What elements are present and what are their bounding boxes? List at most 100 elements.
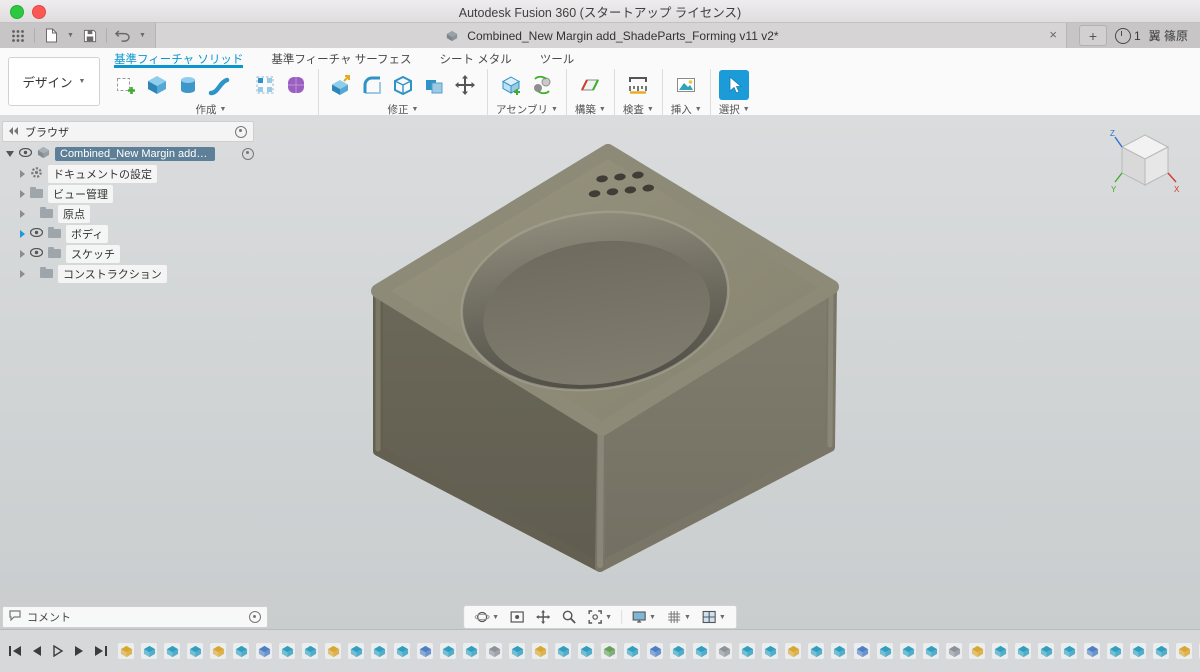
timeline-feature-icon[interactable]	[601, 643, 617, 659]
tree-item-origin[interactable]: 原点	[2, 204, 254, 223]
create-sketch-tool[interactable]	[112, 71, 140, 99]
view-cube[interactable]: Z X Y	[1108, 125, 1182, 199]
expand-icon[interactable]	[20, 169, 25, 178]
fillet-tool[interactable]	[358, 71, 386, 99]
timeline-feature-icon[interactable]	[233, 643, 249, 659]
document-tab[interactable]: Combined_New Margin add_ShadeParts_Formi…	[154, 23, 1067, 48]
press-pull-tool[interactable]	[327, 71, 355, 99]
tree-item-sketches[interactable]: スケッチ	[2, 244, 254, 263]
step-forward-button[interactable]	[73, 645, 85, 657]
sweep-tool[interactable]	[205, 71, 233, 99]
panel-options-icon[interactable]	[235, 125, 247, 138]
construct-plane-tool[interactable]	[576, 71, 604, 99]
go-to-end-button[interactable]	[94, 645, 108, 657]
select-tool[interactable]	[719, 69, 750, 100]
timeline-feature-icon[interactable]	[716, 643, 732, 659]
revolve-tool[interactable]	[174, 71, 202, 99]
visibility-eye-icon[interactable]	[29, 227, 44, 240]
timeline-feature-icon[interactable]	[1084, 643, 1100, 659]
timeline-feature-icon[interactable]	[1176, 643, 1192, 659]
timeline-feature-icon[interactable]	[647, 643, 663, 659]
timeline-feature-icon[interactable]	[854, 643, 870, 659]
viewports-icon[interactable]: ▼	[698, 606, 729, 628]
timeline-feature-icon[interactable]	[693, 643, 709, 659]
timeline-feature-icon[interactable]	[670, 643, 686, 659]
timeline-feature-icon[interactable]	[578, 643, 594, 659]
timeline-feature-icon[interactable]	[141, 643, 157, 659]
timeline-feature-icon[interactable]	[1107, 643, 1123, 659]
timeline-feature-icon[interactable]	[440, 643, 456, 659]
expand-icon[interactable]	[20, 229, 25, 238]
tree-item-label[interactable]: ボディ	[66, 224, 109, 243]
look-at-icon[interactable]	[506, 606, 528, 628]
timeline-feature-icon[interactable]	[946, 643, 962, 659]
insert-canvas-tool[interactable]	[672, 71, 700, 99]
new-component-tool[interactable]	[497, 71, 525, 99]
timeline-feature-icon[interactable]	[256, 643, 272, 659]
expand-icon[interactable]	[20, 269, 25, 278]
tab-close-icon[interactable]: ×	[1049, 27, 1057, 43]
timeline-feature-icon[interactable]	[394, 643, 410, 659]
tree-item-root[interactable]: Combined_New Margin add_...	[2, 145, 254, 162]
timeline-feature-icon[interactable]	[532, 643, 548, 659]
expand-icon[interactable]	[6, 150, 14, 157]
timeline-feature-icon[interactable]	[325, 643, 341, 659]
go-to-start-button[interactable]	[8, 645, 22, 657]
tab-surface[interactable]: 基準フィーチャ サーフェス	[271, 51, 411, 68]
timeline-feature-icon[interactable]	[279, 643, 295, 659]
tree-item-label[interactable]: 原点	[58, 204, 90, 223]
activate-component-radio[interactable]	[242, 147, 254, 160]
extrude-tool[interactable]	[143, 71, 171, 99]
timeline-feature-icon[interactable]	[969, 643, 985, 659]
orbit-icon[interactable]: ▼	[471, 606, 502, 628]
redo-menu-caret-icon[interactable]: ▼	[139, 32, 146, 39]
job-status-badge[interactable]: 1	[1114, 27, 1141, 44]
tree-item-construction[interactable]: コンストラクション	[2, 264, 254, 283]
new-tab-button[interactable]: +	[1078, 25, 1107, 46]
undo-icon[interactable]	[114, 27, 132, 45]
play-button[interactable]	[52, 645, 64, 657]
display-settings-icon[interactable]: ▼	[628, 606, 659, 628]
timeline-feature-icon[interactable]	[762, 643, 778, 659]
combine-tool[interactable]	[420, 71, 448, 99]
comments-bar[interactable]: コメント	[2, 606, 268, 628]
timeline-feature-icon[interactable]	[1015, 643, 1031, 659]
timeline-feature-icon[interactable]	[992, 643, 1008, 659]
timeline-feature-icon[interactable]	[624, 643, 640, 659]
timeline-feature-icon[interactable]	[555, 643, 571, 659]
collapse-panel-icon[interactable]	[9, 126, 19, 138]
tab-tools[interactable]: ツール	[540, 51, 575, 68]
timeline-feature-icon[interactable]	[417, 643, 433, 659]
timeline-feature-icon[interactable]	[1153, 643, 1169, 659]
timeline-feature-icon[interactable]	[348, 643, 364, 659]
timeline-feature-icon[interactable]	[371, 643, 387, 659]
expand-icon[interactable]	[20, 209, 25, 218]
visibility-eye-icon[interactable]	[18, 147, 33, 160]
timeline-feature-icon[interactable]	[302, 643, 318, 659]
timeline-feature-icon[interactable]	[831, 643, 847, 659]
tree-item-label[interactable]: ビュー管理	[48, 184, 113, 203]
timeline-feature-icon[interactable]	[1061, 643, 1077, 659]
tab-sheetmetal[interactable]: シート メタル	[440, 51, 512, 68]
timeline-feature-icon[interactable]	[739, 643, 755, 659]
joint-tool[interactable]	[528, 71, 556, 99]
timeline-feature-icon[interactable]	[900, 643, 916, 659]
file-menu-icon[interactable]	[42, 27, 60, 45]
timeline-feature-icon[interactable]	[486, 643, 502, 659]
browser-header[interactable]: ブラウザ	[2, 121, 254, 142]
timeline-feature-icon[interactable]	[877, 643, 893, 659]
tree-item-named-views[interactable]: ビュー管理	[2, 184, 254, 203]
tree-item-label[interactable]: スケッチ	[66, 244, 120, 263]
timeline-feature-icon[interactable]	[118, 643, 134, 659]
window-zoom-button[interactable]	[10, 5, 24, 19]
create-form-tool[interactable]	[282, 71, 310, 99]
pattern-tool[interactable]	[251, 71, 279, 99]
window-close-button[interactable]	[32, 5, 46, 19]
tree-item-bodies[interactable]: ボディ	[2, 224, 254, 243]
grid-settings-icon[interactable]: ▼	[663, 606, 694, 628]
save-icon[interactable]	[81, 27, 99, 45]
zoom-icon[interactable]	[558, 606, 580, 628]
pan-icon[interactable]	[532, 606, 554, 628]
timeline-feature-icon[interactable]	[187, 643, 203, 659]
timeline-feature-icon[interactable]	[164, 643, 180, 659]
